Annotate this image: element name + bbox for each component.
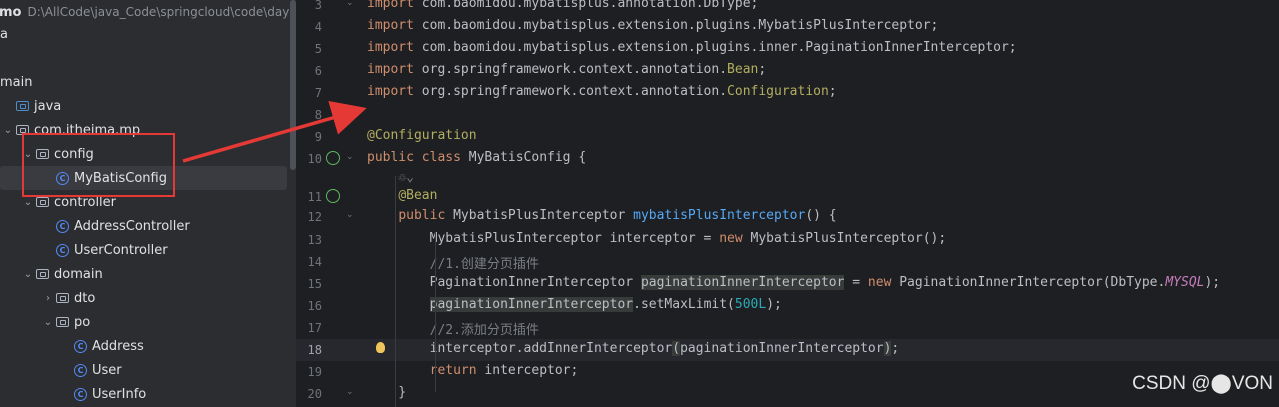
annotation-arrow [182, 100, 367, 163]
